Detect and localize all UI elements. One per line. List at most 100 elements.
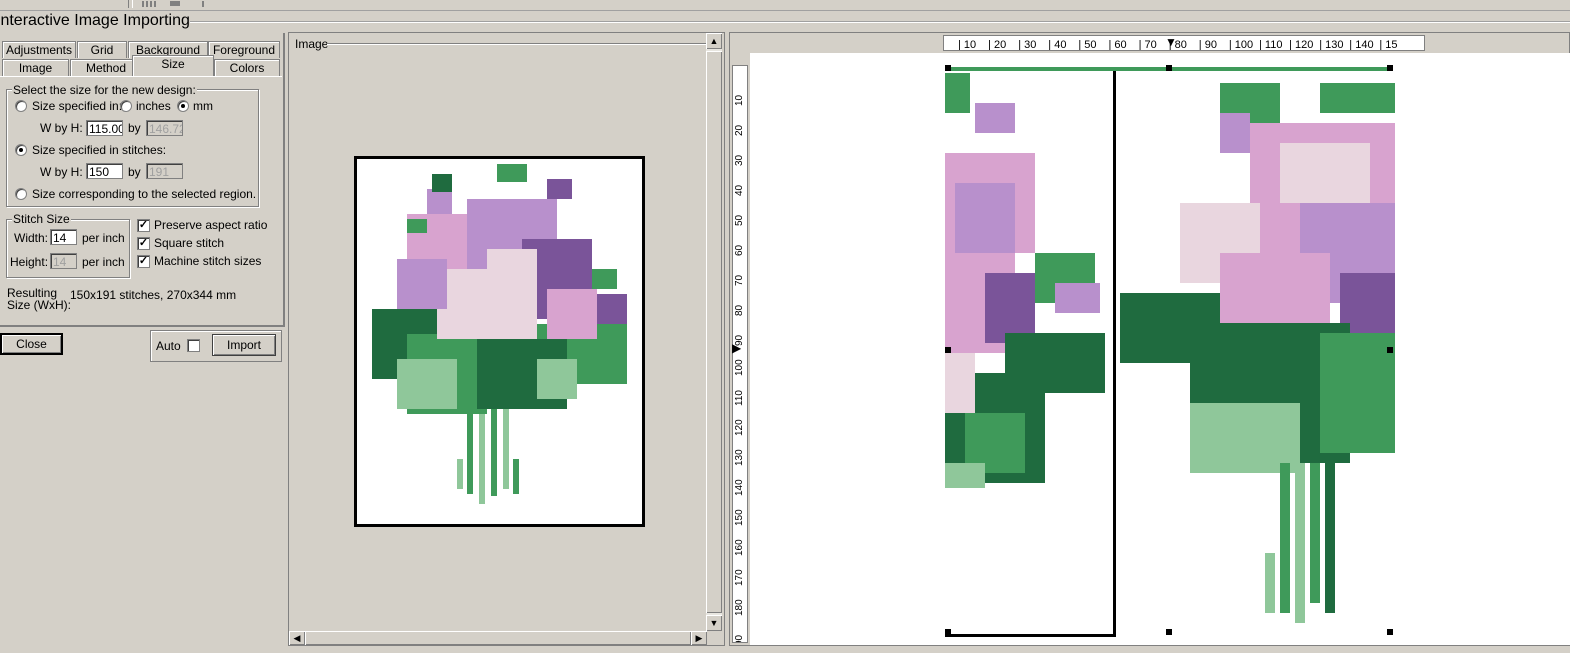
radio-mm[interactable]	[177, 100, 189, 112]
selection-handle-tr[interactable]	[1387, 65, 1393, 71]
selection-handle-tm[interactable]	[1166, 65, 1172, 71]
label-stitch-height: Height:	[10, 255, 49, 269]
ruler-h-label: | 130	[1319, 39, 1344, 51]
scroll-thumb-horizontal[interactable]	[305, 631, 691, 645]
height-stitches-input[interactable]: 191	[146, 163, 183, 179]
ruler-v-label: 50	[734, 214, 745, 226]
ruler-h-label: | 20	[988, 39, 1007, 51]
ruler-h-label: | 100	[1228, 39, 1254, 51]
horizontal-scrollbar[interactable]: ◀ ▶	[289, 631, 707, 645]
tab-size[interactable]: Size	[132, 55, 214, 76]
scroll-down-icon[interactable]: ▼	[706, 615, 722, 631]
title-divider	[190, 21, 1570, 23]
horizontal-ruler: | 10 | 20 | 30 | 40 | 50 | 60 | 70 | 80 | 90 | 10…	[943, 35, 1425, 51]
result-value: 150x191 stitches, 270x344 mm	[70, 288, 237, 302]
tab-adjustments[interactable]: Adjustments	[2, 41, 76, 58]
label-square-stitch: Square stitch	[154, 236, 225, 250]
ruler-v-label: 180	[734, 599, 745, 616]
preview-image-frame[interactable]	[354, 156, 645, 527]
radio-size-in-stitches[interactable]	[15, 144, 27, 156]
ruler-v-label: 170	[734, 569, 745, 586]
width-stitches-input[interactable]: 150	[86, 163, 123, 179]
ruler-v-label: 100	[734, 359, 745, 376]
top-toolbar-strip	[0, 0, 1570, 11]
radio-inches[interactable]	[120, 100, 132, 112]
bouquet-preview-image	[372, 164, 627, 504]
ruler-h-label: | 30	[1018, 39, 1037, 51]
height-mm-input[interactable]: 146.72	[146, 120, 183, 136]
label-size-selected-region: Size corresponding to the selected regio…	[32, 187, 257, 201]
label-preserve-aspect: Preserve aspect ratio	[154, 218, 268, 232]
checkbox-square-stitch[interactable]: ✓	[137, 237, 150, 250]
toolbar-fragments	[128, 0, 223, 9]
scroll-left-icon[interactable]: ◀	[289, 631, 305, 645]
label-by-mm: by	[128, 121, 141, 135]
ruler-v-label: 130	[734, 449, 745, 466]
window-title: Interactive Image Importing	[0, 12, 190, 29]
ruler-v-label: 30	[734, 154, 745, 166]
radio-size-specified-in[interactable]	[15, 100, 27, 112]
stitch-size-legend: Stitch Size	[12, 212, 71, 226]
tab-colors[interactable]: Colors	[214, 59, 280, 76]
image-preview-panel: Image ▲ ▼ ◀ ▶	[288, 32, 725, 646]
selection-handle-br[interactable]	[1387, 629, 1393, 635]
label-machine-sizes: Machine stitch sizes	[154, 254, 262, 268]
radio-size-selected-region[interactable]	[15, 188, 27, 200]
ruler-v-label: 40	[734, 184, 745, 196]
ruler-v-label: 140	[734, 479, 745, 496]
scroll-thumb-vertical[interactable]	[706, 51, 722, 613]
arrow-down-marker-icon[interactable]: ▼	[1165, 35, 1177, 49]
label-w-by-h-stitches: W by H:	[40, 165, 83, 179]
checkbox-preserve-aspect[interactable]: ✓	[137, 219, 150, 232]
bouquet-stems	[457, 404, 519, 504]
ruler-h-label: | 110	[1259, 39, 1283, 51]
design-canvas[interactable]	[750, 53, 1570, 645]
vertical-scrollbar[interactable]: ▲ ▼	[706, 33, 722, 631]
tab-foreground[interactable]: Foreground	[208, 41, 280, 58]
scroll-up-icon[interactable]: ▲	[706, 33, 722, 49]
selection-handle-mr[interactable]	[1387, 347, 1393, 353]
label-stitch-width: Width:	[14, 231, 49, 245]
arrow-right-marker-icon[interactable]: ▶	[732, 341, 741, 355]
selection-handle-bl[interactable]	[945, 629, 951, 635]
label-by-stitches: by	[128, 165, 141, 179]
selection-handle-bm[interactable]	[1166, 629, 1172, 635]
stitch-size-groupbox	[6, 219, 130, 278]
label-size-specified-in: Size specified in:	[32, 99, 123, 113]
ruler-v-label: 80	[734, 304, 745, 316]
ruler-h-label: | 90	[1198, 39, 1217, 51]
design-bouquet-left	[945, 73, 1105, 488]
stitch-width-input[interactable]: 14	[50, 229, 77, 245]
selection-handle-ml[interactable]	[945, 347, 951, 353]
ruler-v-label: 150	[734, 509, 745, 526]
stitch-height-input[interactable]: 14	[50, 253, 77, 269]
import-button[interactable]: Import	[212, 334, 276, 356]
ruler-h-label: | 40	[1048, 39, 1067, 51]
checkbox-machine-sizes[interactable]: ✓	[137, 255, 150, 268]
ruler-h-label: | 10	[958, 39, 977, 51]
tab-grid[interactable]: Grid	[77, 41, 127, 58]
label-size-in-stitches: Size specified in stitches:	[32, 143, 167, 157]
checkbox-auto[interactable]	[187, 339, 200, 352]
ruler-h-label: | 60	[1108, 39, 1127, 51]
scroll-right-icon[interactable]: ▶	[691, 631, 707, 645]
ruler-h-label: | 120	[1289, 39, 1314, 51]
width-mm-input[interactable]: 115.00	[86, 120, 123, 136]
label-inches: inches	[136, 99, 171, 113]
size-group-legend: Select the size for the new design:	[12, 83, 197, 97]
close-button[interactable]: Close	[0, 333, 63, 355]
result-label-line2: Size (WxH):	[7, 298, 71, 312]
design-bouquet-right	[1120, 83, 1395, 623]
selection-handle-tl[interactable]	[945, 65, 951, 71]
image-panel-title: Image	[295, 37, 329, 51]
ruler-h-label: | 15	[1379, 39, 1398, 51]
label-auto: Auto	[156, 339, 181, 353]
image-panel-title-line	[327, 43, 707, 45]
ruler-v-label: 120	[734, 419, 745, 436]
ruler-h-label: | 140	[1349, 39, 1374, 51]
label-per-inch-width: per inch	[82, 231, 125, 245]
ruler-v-label: 70	[734, 274, 745, 286]
label-mm: mm	[193, 99, 213, 113]
label-per-inch-height: per inch	[82, 255, 125, 269]
tab-image[interactable]: Image	[2, 59, 69, 76]
